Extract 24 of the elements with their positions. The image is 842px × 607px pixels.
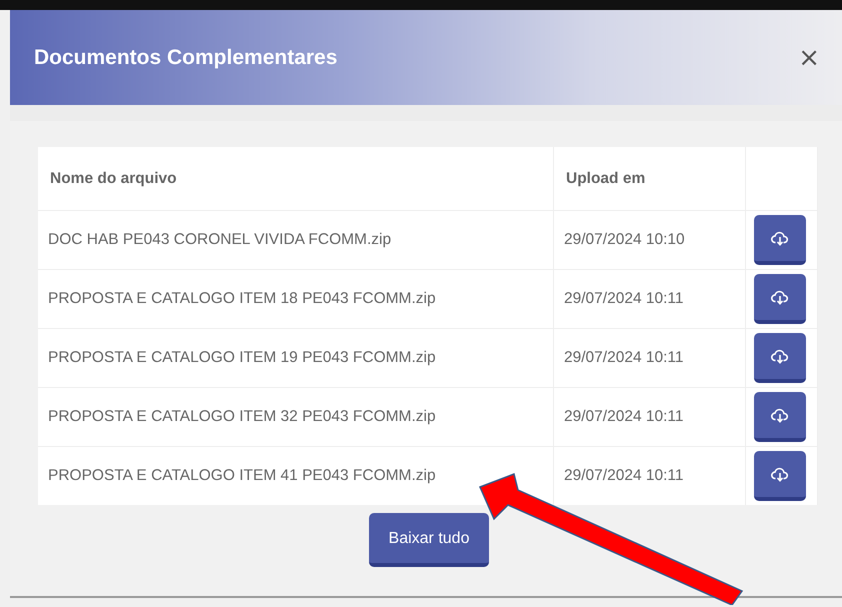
upload-date-cell: 29/07/2024 10:11 <box>554 328 746 387</box>
upload-date-cell: 29/07/2024 10:10 <box>554 210 746 269</box>
cloud-download-icon <box>771 466 789 482</box>
download-button[interactable] <box>754 332 806 382</box>
download-button[interactable] <box>754 274 806 324</box>
cloud-download-icon <box>771 230 789 246</box>
cloud-download-icon <box>771 348 789 364</box>
file-name-cell: PROPOSTA E CATALOGO ITEM 32 PE043 FCOMM.zip <box>38 387 554 446</box>
cloud-download-icon <box>771 288 789 304</box>
close-button[interactable]: × <box>794 44 824 70</box>
modal-title: Documentos Complementares <box>34 44 338 71</box>
download-button[interactable] <box>754 214 806 264</box>
upload-date-cell: 29/07/2024 10:11 <box>554 269 746 328</box>
upload-date-cell: 29/07/2024 10:11 <box>554 446 746 505</box>
download-all-button[interactable]: Baixar tudo <box>368 513 490 567</box>
file-name-cell: PROPOSTA E CATALOGO ITEM 18 PE043 FCOMM.zip <box>38 269 554 328</box>
file-name-cell: PROPOSTA E CATALOGO ITEM 19 PE043 FCOMM.zip <box>38 328 554 387</box>
download-button[interactable] <box>754 450 806 501</box>
file-name-cell: DOC HAB PE043 CORONEL VIVIDA FCOMM.zip <box>38 210 554 269</box>
download-button[interactable] <box>754 392 806 442</box>
column-header: Nome do arquivo <box>38 147 554 210</box>
column-header: Upload em <box>554 147 746 210</box>
upload-date-cell: 29/07/2024 10:11 <box>554 387 746 446</box>
cloud-download-icon <box>771 406 789 422</box>
